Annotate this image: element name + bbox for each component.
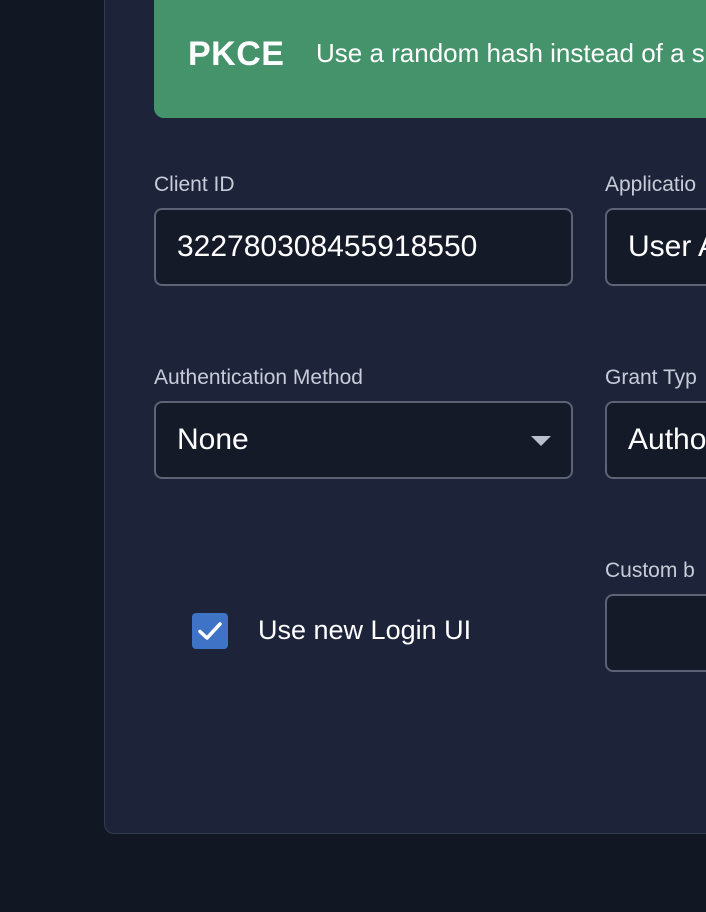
banner-title: PKCE [188, 35, 285, 73]
client-id-label: Client ID [154, 173, 235, 196]
checkmark-icon [198, 622, 222, 640]
application-type-value: User A [628, 230, 706, 263]
custom-base-input[interactable] [605, 594, 706, 672]
page: PKCE Use a random hash instead of a s Cl… [0, 0, 706, 912]
chevron-down-icon [531, 436, 551, 446]
auth-method-label: Authentication Method [154, 366, 363, 389]
grant-type-value: Autho [628, 423, 706, 456]
application-type-label: Applicatio [605, 173, 697, 196]
client-id-field[interactable]: 322780308455918550 [154, 208, 573, 286]
grant-type-field[interactable]: Autho [605, 401, 706, 479]
banner-description: Use a random hash instead of a s [316, 38, 705, 68]
login-ui-checkbox[interactable] [192, 613, 228, 649]
auth-method-value: None [177, 423, 249, 456]
grant-type-label: Grant Typ [605, 366, 697, 389]
client-id-value: 322780308455918550 [177, 230, 478, 263]
auth-method-select[interactable]: None [154, 401, 573, 479]
application-type-field[interactable]: User A [605, 208, 706, 286]
custom-base-label: Custom b [605, 559, 695, 582]
login-ui-label[interactable]: Use new Login UI [258, 615, 471, 646]
pkce-banner[interactable]: PKCE Use a random hash instead of a s [154, 0, 706, 118]
